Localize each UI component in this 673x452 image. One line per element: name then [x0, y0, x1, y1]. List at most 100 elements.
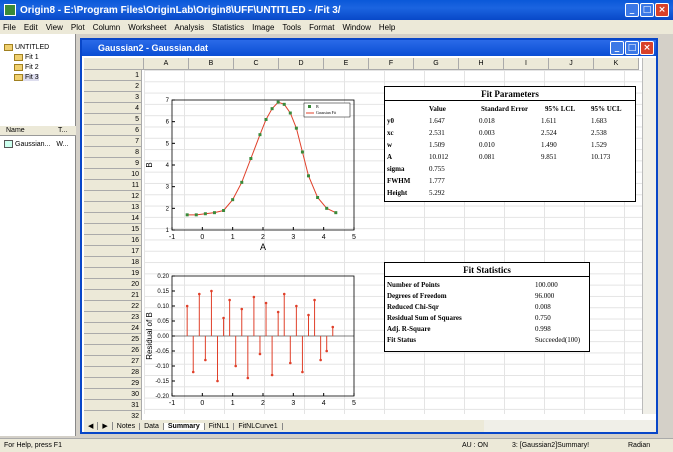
row-header[interactable]: 12 [84, 191, 142, 203]
row-header[interactable]: 3 [84, 92, 142, 104]
table-cell: 10.173 [591, 153, 611, 161]
menu-window[interactable]: Window [342, 23, 370, 32]
row-header[interactable]: 31 [84, 400, 142, 412]
menu-column[interactable]: Column [93, 23, 121, 32]
menu-format[interactable]: Format [309, 23, 334, 32]
y-tick-label: 0.10 [157, 304, 169, 310]
maximize-button[interactable]: □ [640, 3, 654, 17]
x-tick-label: 4 [322, 234, 326, 241]
residual-point [204, 358, 207, 362]
row-header[interactable]: 28 [84, 367, 142, 379]
row-header[interactable]: 15 [84, 224, 142, 236]
menu-worksheet[interactable]: Worksheet [128, 23, 166, 32]
column-header-K[interactable]: K [594, 58, 639, 70]
row-header[interactable]: 20 [84, 279, 142, 291]
row-header[interactable]: 2 [84, 81, 142, 93]
child-close-button[interactable]: × [640, 41, 654, 55]
x-tick-label: 0 [200, 234, 204, 241]
row-header[interactable]: 9 [84, 158, 142, 170]
tab-fitnl1[interactable]: FitNL1 [205, 422, 235, 430]
row-header[interactable]: 19 [84, 268, 142, 280]
menu-image[interactable]: Image [252, 23, 274, 32]
tab-notes[interactable]: Notes [113, 422, 141, 430]
row-header[interactable]: 21 [84, 290, 142, 302]
row-header[interactable]: 24 [84, 323, 142, 335]
tree-folder-fit3[interactable]: Fit 3 [14, 74, 39, 81]
y-tick-label: 7 [166, 98, 170, 104]
menu-help[interactable]: Help [379, 23, 395, 32]
row-header[interactable]: 13 [84, 202, 142, 214]
menu-statistics[interactable]: Statistics [212, 23, 244, 32]
row-header[interactable]: 26 [84, 345, 142, 357]
tab-summary[interactable]: Summary [163, 422, 205, 430]
data-point [294, 126, 298, 130]
menu-edit[interactable]: Edit [24, 23, 38, 32]
row-header[interactable]: 27 [84, 356, 142, 368]
minimize-button[interactable]: _ [625, 3, 639, 17]
data-point [249, 157, 253, 160]
close-button[interactable]: × [655, 3, 669, 17]
row-header[interactable]: 22 [84, 301, 142, 313]
row-header[interactable]: 18 [84, 257, 142, 269]
col-name-header[interactable]: Name [6, 127, 25, 134]
tree-folder-fit2[interactable]: Fit 2 [14, 64, 39, 71]
horizontal-scrollbar[interactable] [484, 420, 656, 432]
tab-nav-next-icon[interactable]: ▶ [98, 422, 113, 430]
row-header[interactable]: 29 [84, 378, 142, 390]
menu-analysis[interactable]: Analysis [174, 23, 204, 32]
column-header-B[interactable]: B [189, 58, 234, 70]
column-header-G[interactable]: G [414, 58, 459, 70]
column-header-C[interactable]: C [234, 58, 279, 70]
tab-nav-prev-icon[interactable]: ◀ [84, 422, 99, 430]
col-type-header[interactable]: T... [58, 127, 67, 134]
row-header[interactable]: 25 [84, 334, 142, 346]
menu-view[interactable]: View [46, 23, 63, 32]
x-tick-label: -1 [169, 234, 175, 241]
column-header-E[interactable]: E [324, 58, 369, 70]
data-point [300, 150, 304, 154]
residual-point [216, 379, 219, 383]
table-cell: Succeeded(100) [535, 336, 581, 344]
list-item[interactable]: Gaussian... W... [4, 140, 68, 148]
column-header-J[interactable]: J [549, 58, 594, 70]
row-header[interactable]: 23 [84, 312, 142, 324]
row-header[interactable]: 16 [84, 235, 142, 247]
menu-file[interactable]: File [3, 23, 16, 32]
column-header-I[interactable]: I [504, 58, 549, 70]
row-header[interactable]: 4 [84, 103, 142, 115]
table-cell: A [387, 153, 393, 161]
row-header[interactable]: 10 [84, 169, 142, 181]
child-minimize-button[interactable]: _ [610, 41, 624, 55]
column-header-A[interactable]: A [144, 58, 189, 70]
x-axis-label: A [260, 242, 266, 252]
data-point [185, 213, 189, 217]
legend-label-b: B [316, 104, 319, 109]
status-bar: For Help, press F1 AU : ON 3: [Gaussian2… [0, 438, 673, 452]
table-cell: 1.647 [429, 117, 445, 125]
table-cell: 95% LCL [545, 105, 576, 113]
column-header-D[interactable]: D [279, 58, 324, 70]
row-header[interactable]: 11 [84, 180, 142, 192]
row-header[interactable]: 14 [84, 213, 142, 225]
row-header[interactable]: 7 [84, 136, 142, 148]
menu-tools[interactable]: Tools [282, 23, 301, 32]
x-tick-label: 2 [261, 234, 265, 241]
row-header[interactable]: 17 [84, 246, 142, 258]
vertical-scrollbar[interactable] [642, 58, 656, 414]
tree-folder-fit1[interactable]: Fit 1 [14, 54, 39, 61]
child-maximize-button[interactable]: □ [625, 41, 639, 55]
y-tick-label: 4 [166, 163, 170, 169]
corner-cell[interactable] [84, 58, 144, 70]
column-header-H[interactable]: H [459, 58, 504, 70]
row-header[interactable]: 30 [84, 389, 142, 401]
row-header[interactable]: 1 [84, 70, 142, 82]
menu-plot[interactable]: Plot [71, 23, 85, 32]
row-header[interactable]: 8 [84, 147, 142, 159]
tree-root[interactable]: UNTITLED [4, 44, 49, 51]
column-header-F[interactable]: F [369, 58, 414, 70]
row-header[interactable]: 6 [84, 125, 142, 137]
row-header[interactable]: 5 [84, 114, 142, 126]
tab-data[interactable]: Data [140, 422, 164, 430]
data-point [231, 198, 235, 202]
tab-fitnlcurve1[interactable]: FitNLCurve1 [234, 422, 283, 430]
